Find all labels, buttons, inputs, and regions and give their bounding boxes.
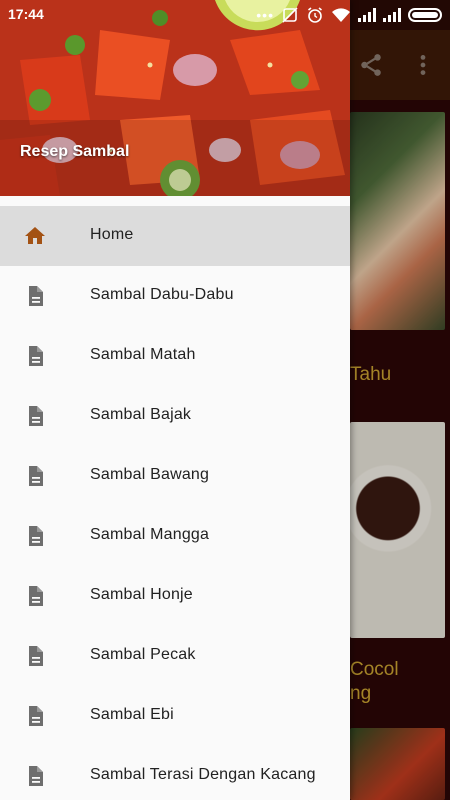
menu-item-sambal-mangga[interactable]: Sambal Mangga [0,506,350,566]
menu-item-sambal-ebi[interactable]: Sambal Ebi [0,686,350,746]
menu-item-label: Sambal Pecak [90,646,196,663]
status-time: 17:44 [8,6,44,22]
menu-item-sambal-matah[interactable]: Sambal Matah [0,326,350,386]
menu-item-sambal-bawang[interactable]: Sambal Bawang [0,446,350,506]
menu-item-label: Sambal Honje [90,586,193,603]
document-icon [29,406,43,426]
drawer-title: Resep Sambal [20,143,130,160]
menu-item-label: Sambal Matah [90,346,196,363]
menu-item-label: Home [90,226,134,243]
document-icon [29,466,43,486]
document-icon [29,526,43,546]
menu-item-label: Sambal Ebi [90,706,174,723]
menu-item-sambal-bajak[interactable]: Sambal Bajak [0,386,350,446]
document-icon [29,766,43,786]
menu-item-sambal-terasi-dengan-kacang[interactable]: Sambal Terasi Dengan Kacang [0,746,350,800]
document-icon [29,346,43,366]
battery-icon [408,8,442,22]
menu-item-home[interactable]: Home [0,206,350,266]
document-icon [29,586,43,606]
menu-item-sambal-honje[interactable]: Sambal Honje [0,566,350,626]
navigation-drawer: Resep Sambal Home Sambal Dabu-Dabu Samba… [0,0,350,800]
alarm-icon [308,7,322,23]
document-icon [29,706,43,726]
signal-icon [383,8,401,22]
document-icon [29,646,43,666]
menu-item-label: Sambal Bajak [90,406,192,423]
status-bar: 17:44 ••• [0,0,450,30]
more-dots-icon: ••• [256,7,274,23]
drawer-scrim[interactable] [350,0,450,800]
menu-item-sambal-pecak[interactable]: Sambal Pecak [0,626,350,686]
menu-item-label: Sambal Mangga [90,526,210,543]
signal-icon [358,8,376,22]
menu-item-sambal-dabu-dabu[interactable]: Sambal Dabu-Dabu [0,266,350,326]
data-saver-icon [282,7,298,23]
wifi-icon [332,8,350,22]
menu-item-label: Sambal Terasi Dengan Kacang [90,766,316,783]
document-icon [29,286,43,306]
drawer-menu: Home Sambal Dabu-Dabu Sambal Matah Samba… [0,206,350,800]
menu-item-label: Sambal Bawang [90,466,210,483]
home-icon [25,227,45,244]
menu-item-label: Sambal Dabu-Dabu [90,286,234,303]
